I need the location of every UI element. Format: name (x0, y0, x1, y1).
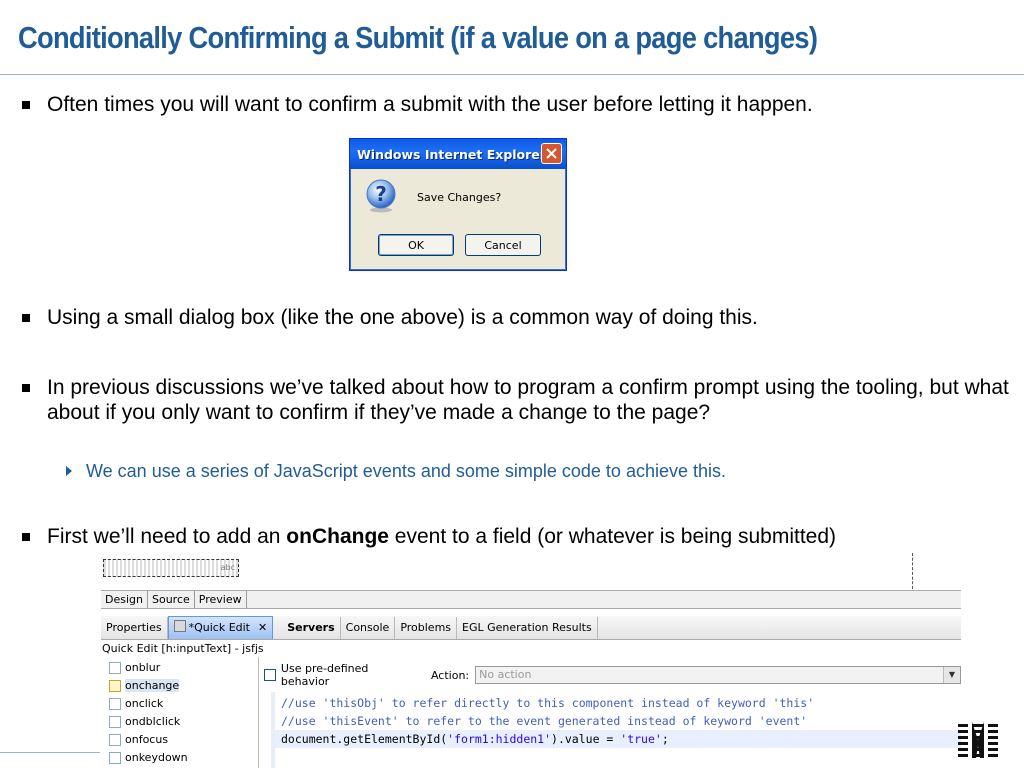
event-icon (109, 752, 121, 764)
bullet-1: Often times you will want to confirm a s… (20, 92, 813, 117)
event-label: onblur (125, 661, 161, 674)
tab-servers[interactable]: Servers (273, 617, 341, 639)
chevron-down-icon: ▼ (943, 667, 960, 683)
code-line-3: document.getElementById('form1:hidden1')… (281, 730, 669, 748)
event-label: ondblclick (125, 715, 181, 728)
bullet-4-text: First we’ll need to add an onChange even… (47, 524, 836, 549)
close-x-glyph (546, 148, 557, 159)
bullet-square-icon (22, 314, 30, 322)
tab-problems[interactable]: Problems (395, 617, 458, 639)
event-label: onfocus (125, 733, 169, 746)
input-text-field[interactable]: abc (103, 559, 239, 577)
event-list: onblur onchange onclick ondblclick onfoc… (101, 657, 259, 768)
bullet-2: Using a small dialog box (like the one a… (20, 305, 758, 330)
event-item-selected[interactable]: onchange (109, 678, 180, 694)
tab-quick-edit[interactable]: *Quick Edit ✕ (167, 616, 274, 639)
event-item[interactable]: onfocus (109, 732, 168, 748)
title-divider (0, 74, 1024, 75)
bullet-4: First we’ll need to add an onChange even… (20, 524, 836, 549)
bullet-2-text: Using a small dialog box (like the one a… (47, 306, 758, 329)
dialog-title: Windows Internet Explorer (357, 146, 546, 162)
event-icon (109, 680, 121, 692)
editor-tabs: Design Source Preview (101, 590, 961, 609)
svg-text:?: ? (375, 182, 387, 206)
code-token: document.getElementById( (281, 732, 448, 746)
quick-edit-icon (173, 620, 186, 632)
code-string: 'form1:hidden1' (447, 732, 552, 746)
sub-bullet: We can use a series of JavaScript events… (66, 459, 726, 483)
ide-screenshot: abc Design Source Preview Properties *Qu… (101, 553, 961, 768)
action-select[interactable]: No action ▼ (475, 666, 961, 684)
question-icon: ? (366, 179, 396, 213)
cancel-button[interactable]: Cancel (465, 234, 541, 256)
bullet-3: In previous discussions we’ve talked abo… (20, 375, 1020, 425)
tab-console[interactable]: Console (341, 617, 396, 639)
event-item[interactable]: onkeydown (109, 750, 188, 766)
bullet-square-icon (22, 533, 30, 541)
action-value: No action (479, 668, 532, 681)
slide-title: Conditionally Confirming a Submit (if a … (18, 20, 818, 55)
predefined-behavior-checkbox[interactable] (264, 669, 276, 681)
footer-divider (0, 752, 100, 753)
bullet-4-post: event to a field (or whatever is being s… (388, 525, 837, 548)
code-editor[interactable]: //use 'thisObj' to refer directly to thi… (271, 692, 961, 768)
bullet-square-icon (22, 384, 30, 392)
dialog-message: Save Changes? (417, 191, 502, 204)
dialog-titlebar: Windows Internet Explorer (350, 139, 566, 169)
tab-quick-edit-label: *Quick Edit (188, 621, 250, 634)
code-line-1: //use 'thisObj' to refer directly to thi… (281, 696, 815, 710)
field-hint: abc (220, 563, 235, 572)
ibm-logo (958, 722, 998, 758)
event-item[interactable]: onblur (109, 660, 160, 676)
tab-preview[interactable]: Preview (195, 591, 247, 608)
code-token: ).value = (551, 732, 621, 746)
event-item[interactable]: onclick (109, 696, 163, 712)
tab-source[interactable]: Source (148, 591, 195, 608)
code-line-2: //use 'thisEvent' to refer to the event … (281, 714, 808, 728)
confirm-dialog: Windows Internet Explorer ? Save Changes… (349, 138, 567, 271)
predefined-behavior-label: Use pre-defined behavior (280, 662, 369, 688)
event-icon (109, 662, 121, 674)
sub-bullet-text: We can use a series of JavaScript events… (86, 461, 726, 481)
tab-design[interactable]: Design (101, 591, 148, 608)
tab-egl-generation-results[interactable]: EGL Generation Results (457, 617, 598, 639)
ok-button[interactable]: OK (378, 234, 454, 256)
close-icon[interactable] (541, 143, 562, 164)
view-tabs: Properties *Quick Edit ✕ Servers Console … (101, 616, 961, 640)
code-string: 'true' (620, 732, 662, 746)
bullet-4-pre: First we’ll need to add an (47, 525, 287, 548)
event-icon (109, 734, 121, 746)
bullet-square-icon (22, 101, 30, 109)
tab-properties[interactable]: Properties (101, 617, 168, 639)
code-token: ; (661, 732, 669, 746)
event-item[interactable]: ondblclick (109, 714, 180, 730)
close-tab-icon[interactable]: ✕ (258, 621, 267, 634)
event-label: onchange (125, 679, 180, 692)
bullet-3-text: In previous discussions we’ve talked abo… (47, 376, 1009, 424)
behavior-row: Use pre-defined behavior Action: No acti… (264, 662, 961, 688)
dashed-guide (912, 553, 914, 589)
event-icon (109, 698, 121, 710)
event-label: onclick (125, 697, 164, 710)
bullet-1-text: Often times you will want to confirm a s… (47, 93, 813, 116)
quick-edit-header: Quick Edit [h:inputText] - jsfjs (102, 642, 264, 655)
action-label: Action: (430, 668, 470, 682)
event-label: onkeydown (125, 751, 188, 764)
triangle-bullet-icon (66, 466, 72, 476)
event-icon (109, 716, 121, 728)
bullet-4-bold: onChange (286, 525, 389, 548)
